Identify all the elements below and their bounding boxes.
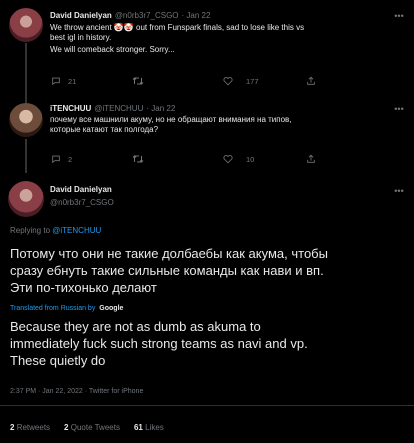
- author-name[interactable]: iTENCHUU: [50, 104, 91, 113]
- translation-attribution: Translated from Russian by Google: [10, 305, 123, 312]
- google-logo: Google: [99, 305, 124, 312]
- tweet-text-line: которые катают так полгода?: [50, 125, 159, 134]
- quote-tweets-stat[interactable]: 2 Quote Tweets: [64, 423, 120, 432]
- likes-count: 61: [133, 423, 143, 432]
- retweet-icon[interactable]: [132, 75, 144, 87]
- share-icon[interactable]: [305, 153, 317, 165]
- reply-count: 2: [68, 155, 73, 164]
- heart-icon[interactable]: [222, 75, 234, 87]
- tweet-actions: 21 177: [50, 75, 400, 87]
- tweet-text-line: We will comeback stronger. Sorry...: [50, 45, 175, 54]
- tweet-text-line: We throw ancient 🤡🤡 out from Funspark fi…: [50, 23, 305, 32]
- like-count: 10: [246, 155, 255, 164]
- divider: [0, 405, 414, 406]
- retweets-label: Retweets: [16, 423, 51, 432]
- replying-to: Replying to @iTENCHUU: [10, 226, 101, 235]
- tweet-text: We throw ancient 🤡🤡 out from Funspark fi…: [50, 23, 400, 55]
- tweet-date[interactable]: · Jan 22: [182, 11, 211, 20]
- replying-to-link[interactable]: @iTENCHUU: [52, 226, 101, 235]
- retweets-stat[interactable]: 2 Retweets: [10, 423, 50, 432]
- avatar[interactable]: [8, 181, 44, 217]
- tweet-text-line: почему все машнили акуму, но не обращают…: [50, 115, 292, 124]
- reply-icon[interactable]: [50, 75, 62, 87]
- more-icon[interactable]: •••: [393, 10, 405, 22]
- more-icon[interactable]: •••: [393, 185, 405, 197]
- author-handle[interactable]: @iTENCHUU: [94, 104, 143, 113]
- tweet-text: почему все машнили акуму, но не обращают…: [50, 115, 400, 135]
- author-name[interactable]: David Danielyan: [50, 185, 112, 194]
- retweets-count: 2: [10, 423, 15, 432]
- avatar[interactable]: [9, 8, 43, 42]
- tweet-actions: 2 10: [50, 153, 400, 165]
- quote-tweets-label: Quote Tweets: [70, 423, 120, 432]
- author-handle[interactable]: @n0rb3r7_CSGO: [50, 198, 114, 207]
- tweet-text-line: best igl in history.: [50, 33, 112, 42]
- thread-line: [25, 139, 27, 173]
- tweet-timestamp[interactable]: 2:37 PM · Jan 22, 2022 · Twitter for iPh…: [10, 388, 143, 395]
- reply-count: 21: [68, 77, 77, 86]
- retweet-icon[interactable]: [132, 153, 144, 165]
- tweet-date[interactable]: · Jan 22: [146, 104, 175, 113]
- tweet-text: Потому что они не такие долбаебы как аку…: [10, 245, 408, 296]
- reply-icon[interactable]: [50, 153, 62, 165]
- author-handle[interactable]: @n0rb3r7_CSGO: [115, 11, 179, 20]
- likes-label: Likes: [145, 423, 164, 432]
- tweet-stats: 2 Retweets 2 Quote Tweets 61 Likes: [10, 423, 164, 432]
- replying-prefix: Replying to: [10, 226, 51, 235]
- tweet-header: iTENCHUU @iTENCHUU · Jan 22: [50, 104, 175, 113]
- tweet-header: David Danielyan @n0rb3r7_CSGO · Jan 22: [50, 11, 210, 20]
- share-icon[interactable]: [305, 75, 317, 87]
- translation-line: Because they are not as dumb as akuma to: [10, 319, 261, 334]
- translation-line: These quietly do: [10, 353, 106, 368]
- author-name[interactable]: David Danielyan: [50, 11, 112, 20]
- quote-tweets-count: 2: [64, 423, 69, 432]
- tweet-text-line: Потому что они не такие долбаебы как аку…: [10, 246, 328, 261]
- likes-stat[interactable]: 61 Likes: [134, 423, 164, 432]
- translation-line: immediately fuck such strong teams as na…: [10, 336, 308, 351]
- translation-text: Because they are not as dumb as akuma to…: [10, 318, 408, 369]
- tweet-text-line: сразу ебнуть такие сильные команды как н…: [10, 263, 324, 278]
- more-icon[interactable]: •••: [393, 103, 405, 115]
- like-count: 177: [246, 77, 259, 86]
- tweet-text-line: Эти по-тихонько делают: [10, 280, 157, 295]
- translated-from-link[interactable]: Translated from Russian by: [10, 305, 95, 312]
- thread-line: [25, 43, 27, 103]
- heart-icon[interactable]: [222, 153, 234, 165]
- avatar[interactable]: [9, 103, 43, 137]
